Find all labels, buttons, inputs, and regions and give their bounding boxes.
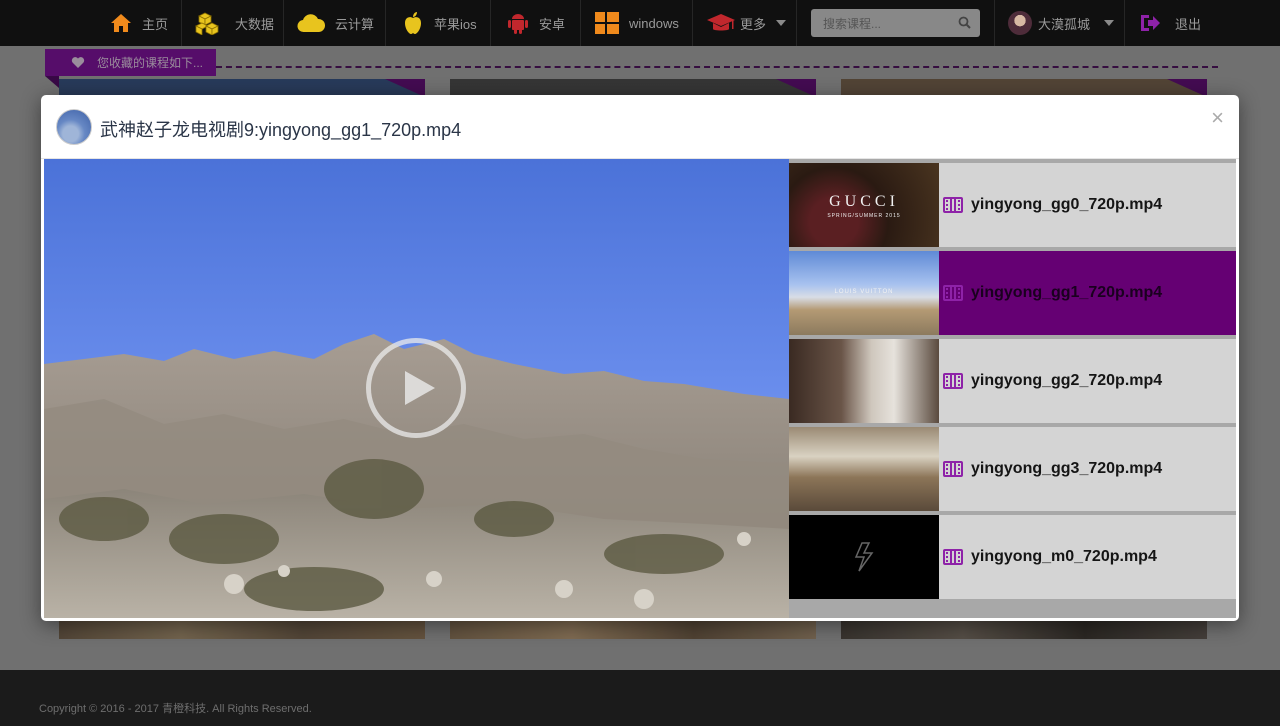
nav-more-label: 更多 bbox=[740, 16, 767, 32]
playlist-item-label: yingyong_gg2_720p.mp4 bbox=[971, 372, 1163, 389]
android-icon bbox=[507, 11, 529, 35]
logout-button[interactable]: 退出 bbox=[1139, 0, 1201, 46]
nav-android[interactable]: 安卓 bbox=[507, 0, 565, 46]
course-avatar bbox=[56, 109, 92, 145]
search-icon[interactable] bbox=[958, 16, 971, 32]
playlist-item-active[interactable]: LOUIS VUITTON yingyong_gg1_720p.mp4 bbox=[789, 251, 1236, 335]
nav-cloud-label: 云计算 bbox=[335, 16, 375, 32]
film-icon bbox=[943, 285, 963, 301]
video-thumbnail: LOUIS VUITTON bbox=[789, 251, 939, 335]
apple-icon bbox=[402, 11, 424, 35]
search-placeholder: 搜索课程... bbox=[823, 16, 882, 31]
logout-icon bbox=[1139, 13, 1161, 33]
video-thumbnail bbox=[789, 515, 939, 599]
film-icon bbox=[943, 197, 963, 213]
nav-ios[interactable]: 苹果ios bbox=[402, 0, 477, 46]
playlist-item[interactable]: yingyong_gg3_720p.mp4 bbox=[789, 427, 1236, 511]
cloud-icon bbox=[297, 13, 325, 33]
thumbnail-caption: LOUIS VUITTON bbox=[834, 289, 894, 295]
video-thumbnail: GUCCI SPRING/SUMMER 2015 bbox=[789, 163, 939, 247]
cubes-icon bbox=[195, 11, 225, 35]
avatar bbox=[1008, 11, 1032, 35]
graduation-cap-icon bbox=[706, 12, 736, 34]
home-icon bbox=[110, 13, 132, 33]
user-menu[interactable]: 大漠孤城 bbox=[1008, 0, 1115, 46]
video-player[interactable] bbox=[44, 159, 789, 618]
search-input[interactable]: 搜索课程... bbox=[811, 9, 980, 37]
thumbnail-caption: GUCCI bbox=[829, 193, 899, 210]
logout-label: 退出 bbox=[1175, 16, 1202, 32]
nav-windows-label: windows bbox=[629, 15, 679, 31]
chevron-down-icon bbox=[1104, 20, 1115, 26]
close-button[interactable]: × bbox=[1211, 107, 1224, 129]
nav-windows[interactable]: windows bbox=[595, 0, 679, 46]
playlist-item-label: yingyong_gg1_720p.mp4 bbox=[971, 284, 1163, 301]
play-icon bbox=[405, 371, 435, 405]
windows-icon bbox=[595, 11, 619, 35]
footer: Copyright © 2016 - 2017 青橙科技. All Rights… bbox=[0, 670, 1280, 726]
playlist-item-label: yingyong_m0_720p.mp4 bbox=[971, 548, 1157, 565]
video-thumbnail bbox=[789, 427, 939, 511]
playlist-item-label: yingyong_gg3_720p.mp4 bbox=[971, 460, 1163, 477]
playlist-item[interactable]: yingyong_gg2_720p.mp4 bbox=[789, 339, 1236, 423]
film-icon bbox=[943, 549, 963, 565]
playlist-item[interactable]: yingyong_m0_720p.mp4 bbox=[789, 515, 1236, 599]
copyright-text: Copyright © 2016 - 2017 青橙科技. All Rights… bbox=[39, 703, 312, 715]
chevron-down-icon bbox=[776, 20, 787, 26]
playlist-item-label: yingyong_gg0_720p.mp4 bbox=[971, 196, 1163, 213]
brand-logo-icon bbox=[854, 542, 874, 572]
nav-big-data-label: 大数据 bbox=[235, 16, 275, 32]
video-modal: 武神赵子龙电视剧9:yingyong_gg1_720p.mp4 × GUCCI … bbox=[41, 95, 1239, 621]
modal-title: 武神赵子龙电视剧9:yingyong_gg1_720p.mp4 bbox=[100, 120, 462, 140]
nav-home-label: 主页 bbox=[142, 16, 169, 32]
nav-ios-label: 苹果ios bbox=[434, 16, 477, 32]
video-thumbnail bbox=[789, 339, 939, 423]
user-name: 大漠孤城 bbox=[1038, 16, 1091, 32]
nav-big-data[interactable]: 大数据 bbox=[195, 0, 274, 46]
film-icon bbox=[943, 461, 963, 477]
playlist-item[interactable]: GUCCI SPRING/SUMMER 2015 yingyong_gg0_72… bbox=[789, 163, 1236, 247]
film-icon bbox=[943, 373, 963, 389]
thumbnail-subcaption: SPRING/SUMMER 2015 bbox=[827, 213, 901, 219]
nav-more[interactable]: 更多 bbox=[706, 0, 787, 46]
play-button[interactable] bbox=[366, 338, 466, 438]
video-playlist: GUCCI SPRING/SUMMER 2015 yingyong_gg0_72… bbox=[789, 159, 1236, 618]
modal-header: 武神赵子龙电视剧9:yingyong_gg1_720p.mp4 × bbox=[41, 95, 1239, 159]
nav-android-label: 安卓 bbox=[539, 16, 566, 32]
top-navbar: 主页 大数据 云计算 苹果ios 安卓 windows 更多 搜索课程... 大… bbox=[0, 0, 1280, 46]
nav-cloud[interactable]: 云计算 bbox=[297, 0, 374, 46]
nav-home[interactable]: 主页 bbox=[110, 0, 168, 46]
